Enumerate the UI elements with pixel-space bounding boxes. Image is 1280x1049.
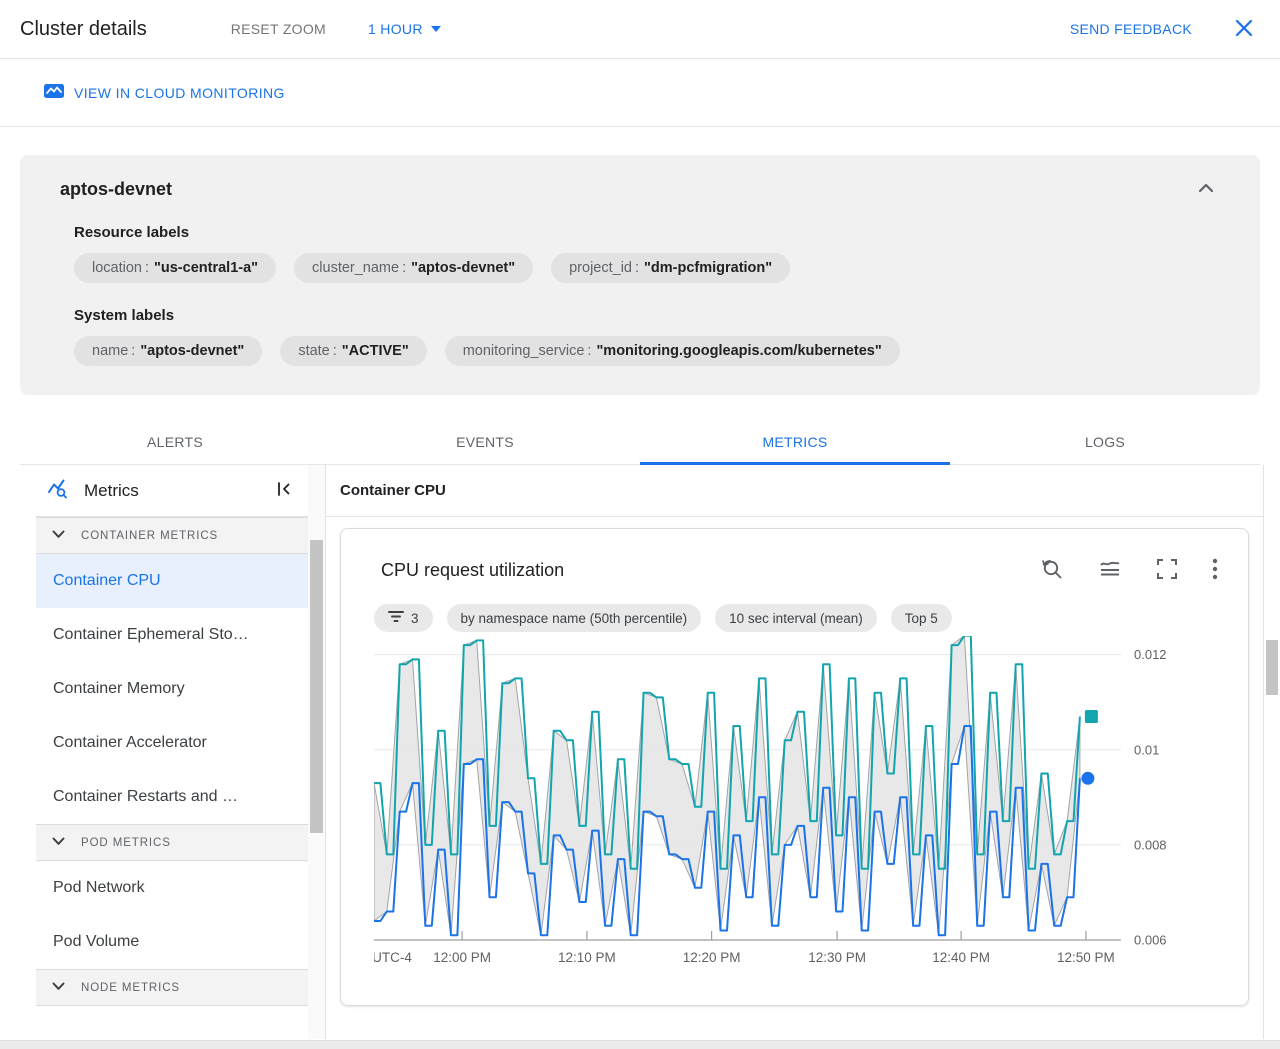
sidebar-item-container-cpu[interactable]: Container CPU xyxy=(36,554,308,608)
reset-zoom-button[interactable]: RESET ZOOM xyxy=(223,13,334,45)
collapse-panel-icon xyxy=(276,481,292,500)
y-tick-label: 0.01 xyxy=(1134,742,1159,757)
fullscreen-icon xyxy=(1156,558,1178,583)
collapse-sidebar-button[interactable] xyxy=(274,479,294,502)
sidebar-item-pod-network[interactable]: Pod Network xyxy=(36,861,308,915)
y-tick-label: 0.012 xyxy=(1134,647,1167,662)
send-feedback-button[interactable]: SEND FEEDBACK xyxy=(1064,20,1198,38)
label-pill-project-id: project_id : "dm-pcfmigration" xyxy=(551,253,791,283)
zoom-reset-icon xyxy=(1040,557,1064,584)
monitoring-chart-icon xyxy=(44,83,64,102)
close-icon xyxy=(1234,18,1254,41)
content-area: Metrics CONTAINER METRICS Container CPU Co… xyxy=(36,465,1280,1039)
label-pill-location: location : "us-central1-a" xyxy=(74,253,277,283)
teal-end-marker xyxy=(1084,710,1098,723)
x-tick-label: 12:10 PM xyxy=(558,950,616,965)
label-pill-name: name : "aptos-devnet" xyxy=(74,336,263,366)
sidebar-sections: CONTAINER METRICS Container CPU Container … xyxy=(36,517,308,1006)
main-scrollbar-thumb[interactable] xyxy=(1266,640,1278,695)
chip-top-5[interactable]: Top 5 xyxy=(890,604,952,632)
label-pill-cluster-name: cluster_name : "aptos-devnet" xyxy=(294,253,534,283)
metric-panel-header: Container CPU xyxy=(326,465,1263,517)
x-tick-label: 12:00 PM xyxy=(433,950,491,965)
tab-alerts[interactable]: ALERTS xyxy=(20,419,330,464)
x-tick-label: 12:20 PM xyxy=(683,950,741,965)
sidebar-item-container-restarts-and[interactable]: Container Restarts and … xyxy=(36,770,308,824)
tab-logs[interactable]: LOGS xyxy=(950,419,1260,464)
monitoring-link-label: VIEW IN CLOUD MONITORING xyxy=(74,84,285,101)
monitoring-link-bar: VIEW IN CLOUD MONITORING xyxy=(0,59,1280,127)
label-pill-monitoring-service: monitoring_service : "monitoring.googleap… xyxy=(444,336,900,366)
timezone-label: UTC-4 xyxy=(374,950,412,965)
main-scrollbar xyxy=(1264,465,1280,1039)
chart-card: CPU request utilization 3 by namespace n… xyxy=(340,528,1249,1006)
sidebar-scrollbar xyxy=(308,465,325,1039)
cluster-name: aptos-devnet xyxy=(60,179,173,199)
label-pill-state: state : "ACTIVE" xyxy=(280,336,427,366)
filter-icon xyxy=(388,610,404,626)
chevron-down-icon xyxy=(52,530,65,542)
time-range-dropdown[interactable]: 1 HOUR xyxy=(360,13,449,45)
tabs: ALERTS EVENTS METRICS LOGS xyxy=(20,419,1260,465)
sidebar-header: Metrics xyxy=(36,465,308,517)
horizontal-scrollbar-track[interactable] xyxy=(0,1040,1280,1049)
x-tick-label: 12:30 PM xyxy=(808,950,866,965)
more-options-button[interactable] xyxy=(1210,556,1220,585)
chip-10-sec-interval-mean[interactable]: 10 sec interval (mean) xyxy=(715,604,877,632)
system-labels-row: name : "aptos-devnet" state : "ACTIVE" monit… xyxy=(74,336,1240,366)
series-band xyxy=(373,634,1081,936)
zoom-reset-button[interactable] xyxy=(1038,555,1066,586)
section-header-node-metrics[interactable]: NODE METRICS xyxy=(36,969,308,1006)
view-in-cloud-monitoring-link[interactable]: VIEW IN CLOUD MONITORING xyxy=(38,82,291,103)
metrics-sidebar: Metrics CONTAINER METRICS Container CPU Co… xyxy=(36,465,308,1039)
tab-events[interactable]: EVENTS xyxy=(330,419,640,464)
sidebar-scrollbar-thumb[interactable] xyxy=(310,540,323,833)
resource-labels-title: Resource labels xyxy=(74,224,190,241)
chevron-down-icon xyxy=(52,982,65,994)
time-range-label: 1 HOUR xyxy=(368,21,423,37)
cpu-utilization-chart[interactable]: 0.006 0.008 0.01 0.012 12:00 PM 12:10 PM 12:20… xyxy=(372,634,1212,972)
collapse-card-button[interactable] xyxy=(1194,177,1218,200)
sidebar-title: Metrics xyxy=(84,480,139,500)
chevron-up-icon xyxy=(1198,181,1214,196)
sidebar-item-container-ephemeral-sto[interactable]: Container Ephemeral Sto… xyxy=(36,608,308,662)
metric-detail-panel: Container CPU CPU request utilization 3 … xyxy=(325,465,1264,1039)
chart: 0.006 0.008 0.01 0.012 12:00 PM 12:10 PM 12:20… xyxy=(341,632,1248,977)
chevron-down-icon xyxy=(430,26,441,32)
y-tick-label: 0.008 xyxy=(1134,837,1167,852)
section-header-container-metrics[interactable]: CONTAINER METRICS xyxy=(36,517,308,554)
cluster-summary-card: aptos-devnet Resource labels location : "… xyxy=(20,155,1260,395)
chip-by-namespace-name-50th-percentile[interactable]: by namespace name (50th percentile) xyxy=(446,604,702,632)
chart-chips: 3 by namespace name (50th percentile) 10 s… xyxy=(341,586,1248,632)
chart-lines-icon xyxy=(1098,557,1122,584)
metrics-chart-search-icon xyxy=(46,476,70,505)
resource-labels-row: location : "us-central1-a" cluster_name : "… xyxy=(74,253,1240,283)
sidebar-item-pod-volume[interactable]: Pod Volume xyxy=(36,915,308,969)
x-tick-label: 12:50 PM xyxy=(1057,950,1115,965)
page-title: Cluster details xyxy=(20,17,147,40)
blue-end-marker xyxy=(1081,771,1095,785)
fullscreen-button[interactable] xyxy=(1154,556,1180,585)
y-tick-label: 0.006 xyxy=(1134,933,1167,948)
chart-title: CPU request utilization xyxy=(381,560,565,580)
close-button[interactable] xyxy=(1232,16,1256,43)
chip-3[interactable]: 3 xyxy=(374,604,433,632)
system-labels-title: System labels xyxy=(74,307,175,324)
x-tick-label: 12:40 PM xyxy=(932,950,990,965)
sidebar-item-container-accelerator[interactable]: Container Accelerator xyxy=(36,716,308,770)
more-vert-icon xyxy=(1212,558,1218,583)
metric-panel-title: Container CPU xyxy=(340,482,446,499)
section-header-pod-metrics[interactable]: POD METRICS xyxy=(36,824,308,861)
top-header: Cluster details RESET ZOOM 1 HOUR SEND F… xyxy=(0,0,1280,59)
chart-mode-button[interactable] xyxy=(1096,555,1124,586)
sidebar-item-container-memory[interactable]: Container Memory xyxy=(36,662,308,716)
chart-toolbar xyxy=(1038,555,1220,586)
tab-metrics[interactable]: METRICS xyxy=(640,419,950,465)
chevron-down-icon xyxy=(52,837,65,849)
